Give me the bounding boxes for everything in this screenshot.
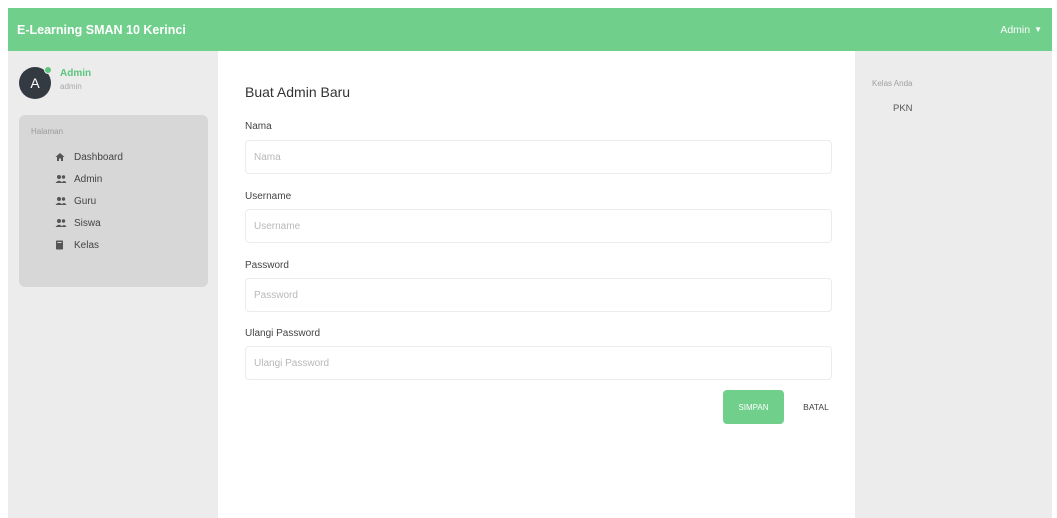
sidebar-item-label: Siswa	[74, 217, 101, 229]
user-menu-label: Admin	[1000, 23, 1031, 36]
sidebar-item-label: Dashboard	[74, 151, 123, 163]
profile-role: admin	[60, 82, 82, 91]
sidebar-menu: Halaman Dashboard Admin Guru Siswa Kelas	[19, 115, 208, 287]
right-panel: Kelas Anda PKN	[855, 51, 1052, 518]
caret-down-icon: ▼	[1034, 25, 1042, 34]
home-icon	[55, 152, 69, 162]
book-icon	[55, 240, 69, 250]
ulangi-password-label: Ulangi Password	[245, 328, 321, 339]
profile-name: Admin	[60, 68, 92, 79]
brand-title[interactable]: E-Learning SMAN 10 Kerinci	[17, 23, 186, 37]
page-title: Buat Admin Baru	[245, 84, 351, 100]
user-menu[interactable]: Admin ▼	[1000, 24, 1042, 36]
password-input[interactable]	[245, 278, 832, 312]
users-icon	[55, 218, 69, 228]
app-root: E-Learning SMAN 10 Kerinci Admin ▼ A Adm…	[8, 8, 1052, 518]
sidebar-item-siswa[interactable]: Siswa	[19, 212, 208, 234]
users-icon	[55, 174, 69, 184]
sidebar-item-kelas[interactable]: Kelas	[19, 234, 208, 256]
sidebar-item-admin[interactable]: Admin	[19, 168, 208, 190]
avatar-initial: A	[30, 75, 40, 91]
cancel-button[interactable]: BATAL	[795, 390, 837, 424]
password-label: Password	[245, 260, 289, 271]
sidebar-item-label: Guru	[74, 195, 97, 207]
menu-section-title: Halaman	[31, 127, 64, 136]
sidebar-item-label: Admin	[74, 173, 103, 185]
sidebar-item-guru[interactable]: Guru	[19, 190, 208, 212]
sidebar-item-label: Kelas	[74, 239, 100, 251]
ulangi-password-input[interactable]	[245, 346, 832, 380]
main-content: Buat Admin Baru Nama Username Password U…	[218, 51, 855, 518]
avatar: A	[19, 66, 52, 99]
users-icon	[55, 196, 69, 206]
top-navbar: E-Learning SMAN 10 Kerinci Admin ▼	[8, 8, 1052, 51]
username-label: Username	[245, 191, 292, 202]
nama-label: Nama	[245, 121, 272, 132]
username-input[interactable]	[245, 209, 832, 243]
sidebar: A Admin admin Halaman Dashboard Admin Gu…	[8, 51, 218, 518]
nama-input[interactable]	[245, 140, 832, 174]
user-profile: A Admin admin	[19, 66, 92, 99]
online-status-icon	[44, 66, 52, 74]
sidebar-item-dashboard[interactable]: Dashboard	[19, 146, 208, 168]
classes-title: Kelas Anda	[872, 79, 913, 88]
save-button[interactable]: SIMPAN	[723, 390, 784, 424]
class-item-pkn[interactable]: PKN	[893, 103, 913, 114]
